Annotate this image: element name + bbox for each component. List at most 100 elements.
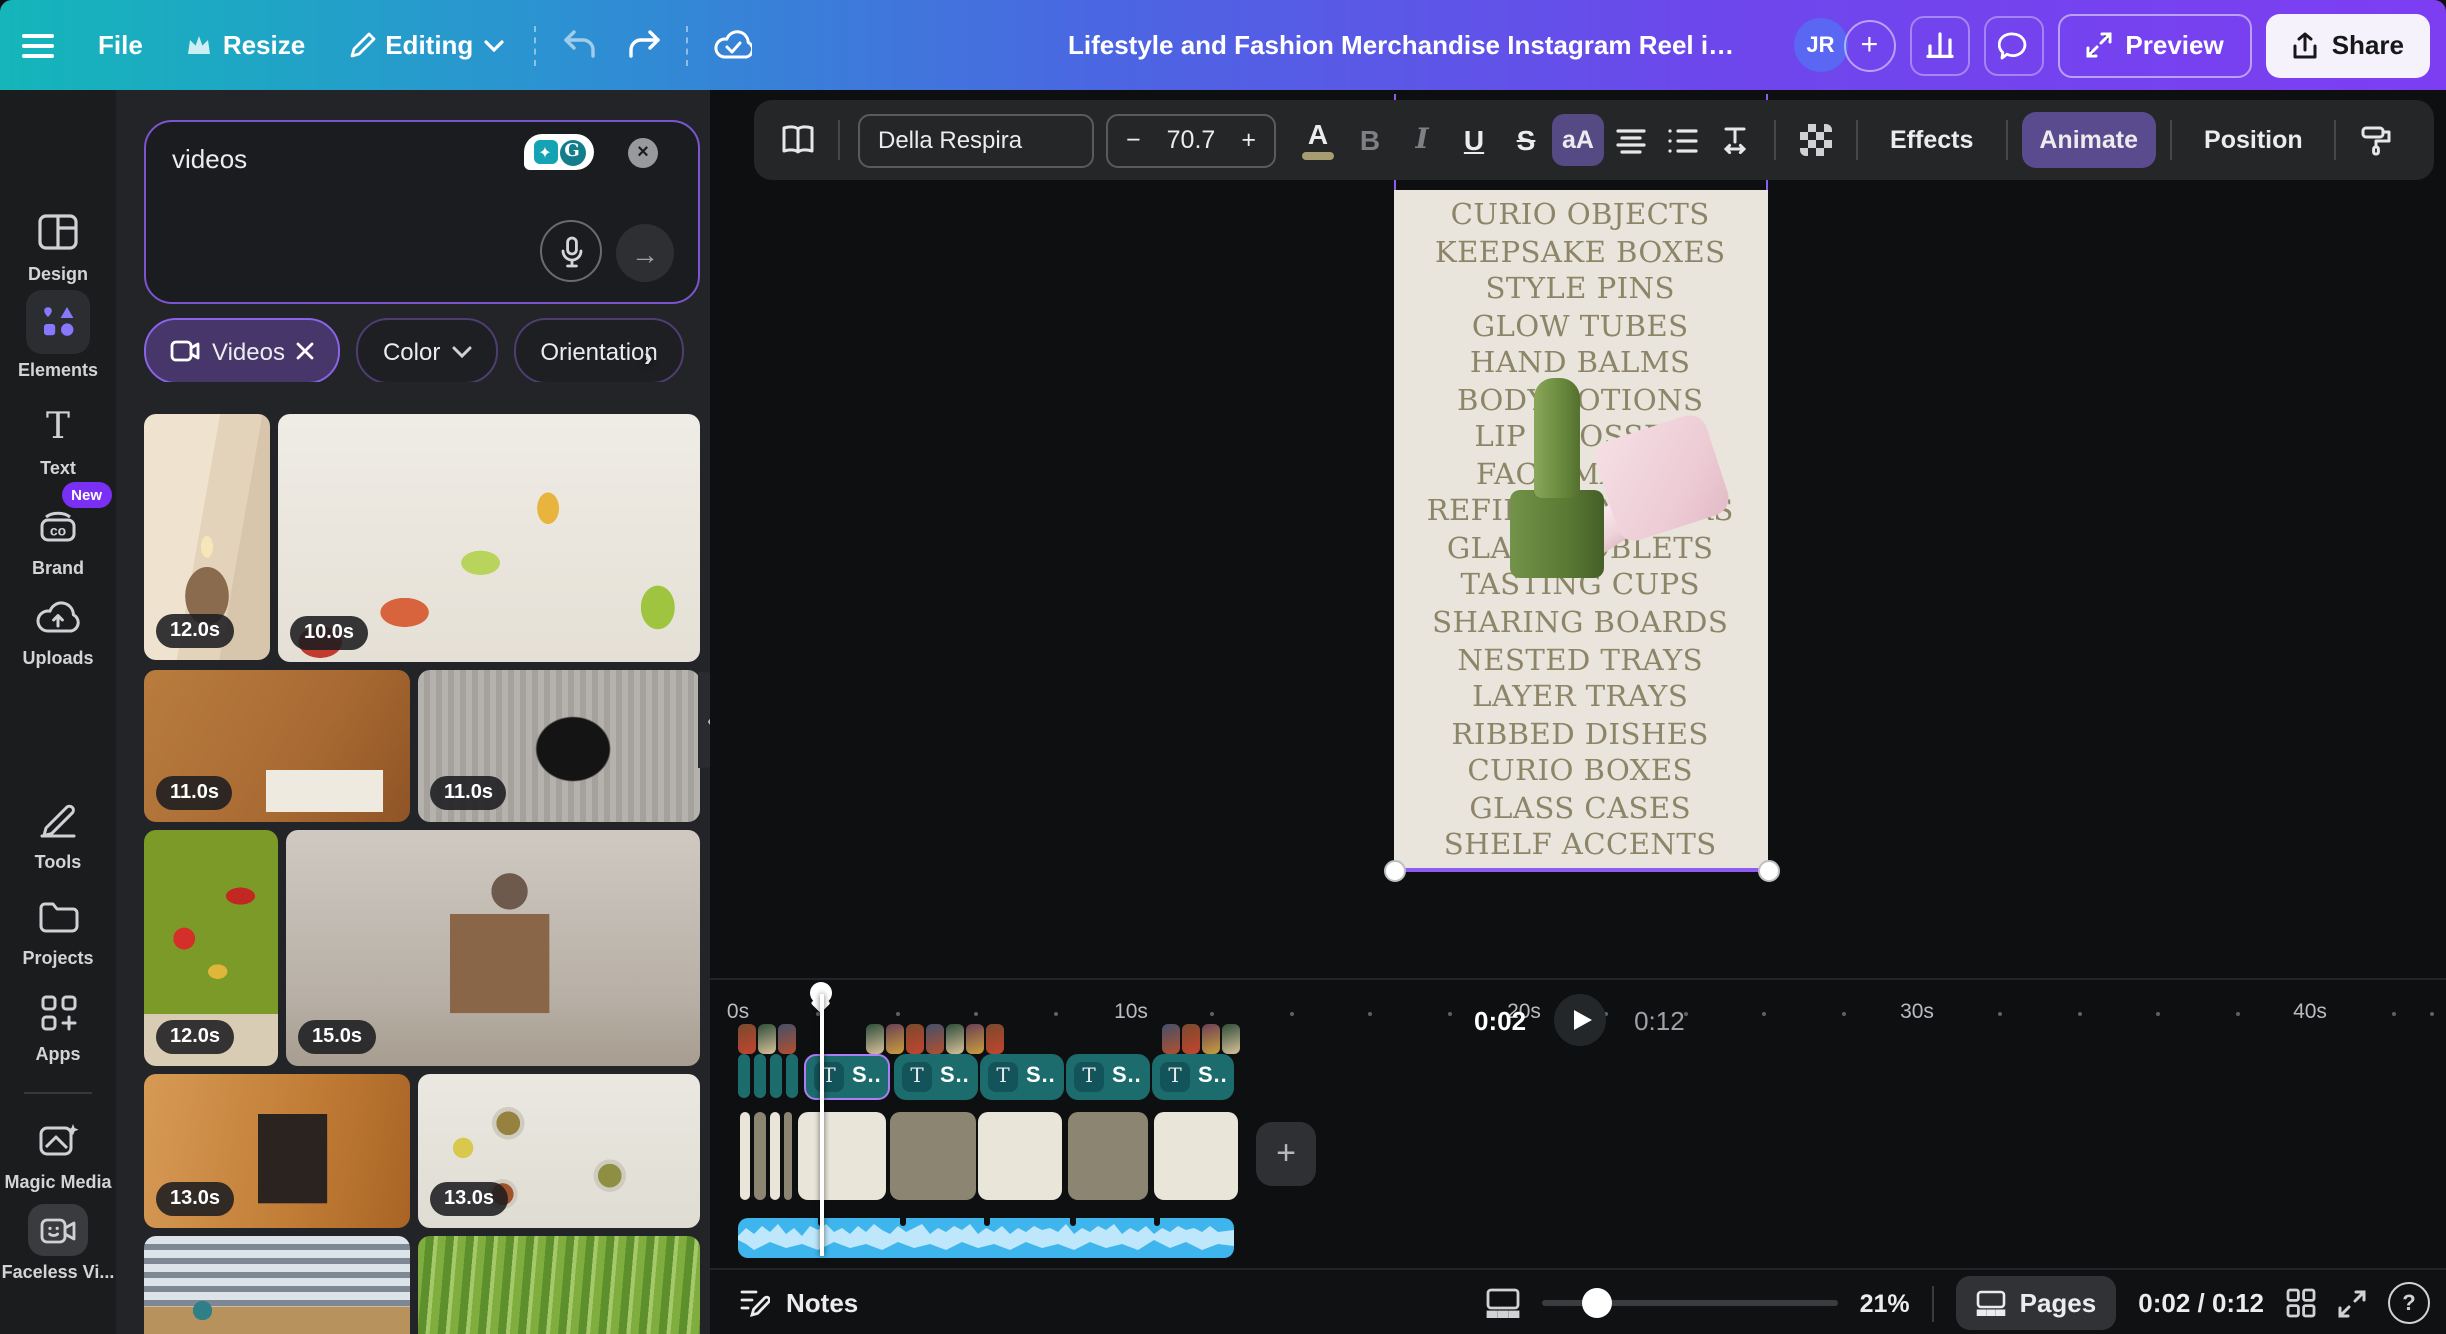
search-box[interactable]: videos ✦ G × → bbox=[144, 120, 700, 304]
video-thumbnail[interactable]: 11.0s bbox=[418, 670, 700, 822]
video-thumbnail[interactable] bbox=[418, 1236, 700, 1334]
search-input[interactable]: videos bbox=[172, 144, 247, 174]
share-button[interactable]: Share bbox=[2266, 13, 2430, 77]
video-clip[interactable] bbox=[1068, 1111, 1148, 1200]
file-menu[interactable]: File bbox=[76, 0, 165, 90]
avatar[interactable]: JR bbox=[1793, 18, 1847, 72]
strikethrough-button[interactable]: S bbox=[1500, 114, 1552, 166]
video-thumbnail[interactable]: 12.0s bbox=[144, 830, 278, 1066]
voice-search-button[interactable] bbox=[540, 220, 602, 282]
transparency-button[interactable] bbox=[1790, 114, 1842, 166]
video-thumbnail[interactable]: 10.0s bbox=[278, 414, 700, 662]
video-thumbnail[interactable]: 13.0s bbox=[144, 1074, 410, 1228]
editing-mode-dropdown[interactable]: Editing bbox=[327, 0, 525, 90]
scenes-track-cluster[interactable] bbox=[738, 1024, 796, 1054]
effects-button[interactable]: Effects bbox=[1872, 126, 1991, 154]
sidebar-item-elements[interactable]: Elements bbox=[0, 290, 116, 380]
copy-style-roller-icon[interactable] bbox=[2351, 114, 2403, 166]
text-spacing-button[interactable] bbox=[1708, 114, 1760, 166]
sidebar-item-brand[interactable]: New co Brand bbox=[0, 500, 116, 578]
zoom-slider[interactable] bbox=[1542, 1300, 1838, 1306]
filter-chip-color[interactable]: Color bbox=[357, 318, 498, 382]
sidebar-item-text[interactable]: T Text bbox=[0, 400, 116, 478]
list-button[interactable] bbox=[1656, 114, 1708, 166]
position-button[interactable]: Position bbox=[2186, 126, 2321, 154]
text-clip[interactable]: TS… bbox=[980, 1054, 1064, 1099]
video-thumbnail[interactable] bbox=[144, 1236, 410, 1334]
text-case-button[interactable]: aA bbox=[1552, 114, 1604, 166]
pages-spread-icon[interactable] bbox=[772, 114, 824, 166]
sidebar-item-magic-media[interactable]: Magic Media bbox=[0, 1114, 116, 1192]
text-clip-sliver[interactable] bbox=[770, 1054, 782, 1098]
underline-button[interactable]: U bbox=[1448, 114, 1500, 166]
sidebar-item-apps[interactable]: Apps bbox=[0, 986, 116, 1064]
sidebar-item-faceless-video[interactable]: Faceless Vi... bbox=[0, 1204, 116, 1282]
zoom-slider-knob[interactable] bbox=[1582, 1288, 1612, 1318]
animate-button[interactable]: Animate bbox=[2021, 112, 2156, 168]
alignment-button[interactable] bbox=[1604, 114, 1656, 166]
resize-button[interactable]: Resize bbox=[165, 0, 327, 90]
video-thumbnail[interactable]: 12.0s bbox=[144, 414, 270, 660]
zoom-level[interactable]: 21% bbox=[1860, 1289, 1910, 1317]
sidebar-item-tools[interactable]: Tools bbox=[0, 794, 116, 872]
sidebar-item-uploads[interactable]: Uploads bbox=[0, 590, 116, 668]
comments-button[interactable] bbox=[1983, 15, 2043, 75]
playhead-line[interactable] bbox=[820, 994, 823, 1256]
text-clip[interactable]: TS… bbox=[1066, 1054, 1150, 1099]
audio-clip[interactable] bbox=[738, 1218, 1234, 1257]
video-clip-sliver[interactable] bbox=[770, 1111, 780, 1200]
submit-search-button[interactable]: → bbox=[616, 224, 674, 282]
video-clip[interactable] bbox=[798, 1111, 886, 1200]
help-button[interactable]: ? bbox=[2388, 1282, 2430, 1324]
play-button[interactable] bbox=[1554, 994, 1606, 1046]
decrease-font-size-button[interactable]: − bbox=[1126, 126, 1141, 154]
text-clip[interactable]: TS… bbox=[894, 1054, 978, 1099]
text-clip-sliver[interactable] bbox=[754, 1054, 766, 1098]
fullscreen-icon[interactable] bbox=[2338, 1289, 2366, 1317]
add-member-button[interactable]: + bbox=[1843, 19, 1895, 71]
video-clip-sliver[interactable] bbox=[754, 1111, 766, 1200]
bold-button[interactable]: B bbox=[1344, 114, 1396, 166]
video-clip[interactable] bbox=[890, 1111, 976, 1200]
video-clip-sliver[interactable] bbox=[784, 1111, 792, 1200]
italic-button[interactable]: I bbox=[1396, 114, 1448, 166]
undo-button[interactable] bbox=[545, 0, 611, 90]
video-clip[interactable] bbox=[978, 1111, 1062, 1200]
resize-handle-bottom-right[interactable] bbox=[1758, 860, 1780, 882]
document-title[interactable]: Lifestyle and Fashion Merchandise Instag… bbox=[1068, 30, 1740, 60]
video-clip-sliver[interactable] bbox=[740, 1111, 750, 1200]
text-clip-selected[interactable]: TS… bbox=[804, 1054, 890, 1099]
selection-border-bottom[interactable] bbox=[1393, 868, 1769, 871]
timeline-view-icon[interactable] bbox=[1486, 1288, 1520, 1318]
add-clip-button[interactable]: + bbox=[1256, 1122, 1316, 1186]
filter-chip-orientation[interactable]: Orientation bbox=[514, 318, 683, 382]
insights-button[interactable] bbox=[1909, 15, 1969, 75]
sidebar-item-design[interactable]: Design bbox=[0, 206, 116, 284]
video-thumbnail[interactable]: 13.0s bbox=[418, 1074, 700, 1228]
scenes-track-cluster[interactable] bbox=[866, 1024, 1004, 1054]
text-color-button[interactable]: A bbox=[1292, 114, 1344, 166]
resize-handle-bottom-left[interactable] bbox=[1384, 860, 1406, 882]
canvas-page[interactable]: CURIO OBJECTS KEEPSAKE BOXES STYLE PINS … bbox=[1393, 190, 1767, 869]
scenes-track-cluster[interactable] bbox=[1162, 1024, 1240, 1054]
chips-scroll-right-button[interactable]: › bbox=[644, 342, 653, 372]
font-size-value[interactable]: 70.7 bbox=[1167, 126, 1216, 154]
redo-button[interactable] bbox=[611, 0, 677, 90]
main-menu-button[interactable] bbox=[0, 0, 76, 90]
increase-font-size-button[interactable]: + bbox=[1241, 126, 1256, 154]
video-thumbnail[interactable]: 11.0s bbox=[144, 670, 410, 822]
clear-search-button[interactable]: × bbox=[628, 138, 658, 168]
notes-button[interactable]: Notes bbox=[740, 1288, 858, 1318]
text-clip[interactable]: TS… bbox=[1152, 1054, 1234, 1099]
filter-chip-videos[interactable]: Videos bbox=[144, 318, 341, 382]
remove-filter-icon[interactable] bbox=[297, 342, 315, 360]
preview-button[interactable]: Preview bbox=[2057, 13, 2251, 77]
grid-view-icon[interactable] bbox=[2286, 1288, 2316, 1318]
video-clip[interactable] bbox=[1154, 1111, 1238, 1200]
font-family-selector[interactable]: Della Respira bbox=[858, 113, 1094, 167]
search-assistant-badge[interactable]: ✦ G bbox=[524, 134, 594, 170]
sidebar-item-projects[interactable]: Projects bbox=[0, 890, 116, 968]
text-clip-sliver[interactable] bbox=[786, 1054, 798, 1098]
video-thumbnail[interactable]: 15.0s bbox=[286, 830, 700, 1066]
font-size-stepper[interactable]: − 70.7 + bbox=[1106, 113, 1276, 167]
